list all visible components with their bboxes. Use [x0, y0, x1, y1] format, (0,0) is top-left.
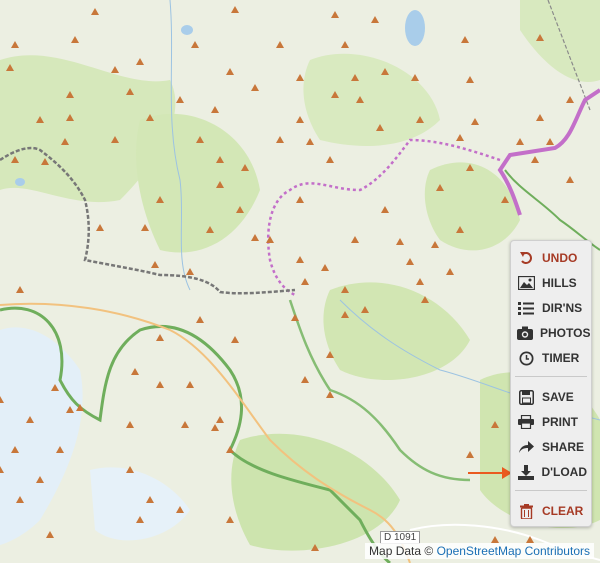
photos-button[interactable]: PHOTOS [517, 322, 591, 344]
hills-button[interactable]: HILLS [517, 272, 587, 294]
printer-icon [517, 413, 535, 431]
save-button[interactable]: SAVE [517, 386, 587, 408]
lake [15, 178, 25, 186]
floppy-disk-icon [517, 388, 535, 406]
lake [181, 25, 193, 35]
toolbar-divider [515, 376, 587, 377]
clear-label: CLEAR [542, 504, 584, 518]
share-arrow-icon [517, 438, 535, 456]
map-toolbar: UNDO HILLS DIR'NS PHOTOS TIMER SAVE PRIN… [510, 240, 592, 527]
clock-icon [517, 349, 535, 367]
directions-button[interactable]: DIR'NS [517, 297, 587, 319]
share-button[interactable]: SHARE [517, 436, 587, 458]
download-label: D'LOAD [541, 465, 587, 479]
image-icon [517, 274, 535, 292]
clear-button[interactable]: CLEAR [517, 500, 587, 522]
osm-link[interactable]: OpenStreetMap Contributors [437, 544, 590, 558]
print-label: PRINT [542, 415, 578, 429]
attribution-prefix: Map Data © [369, 544, 434, 558]
list-icon [517, 299, 535, 317]
hills-label: HILLS [542, 276, 577, 290]
print-button[interactable]: PRINT [517, 411, 587, 433]
download-button[interactable]: D'LOAD [517, 461, 587, 483]
lake [405, 10, 425, 46]
timer-label: TIMER [542, 351, 580, 365]
timer-button[interactable]: TIMER [517, 347, 587, 369]
toolbar-divider [515, 490, 587, 491]
undo-icon [517, 249, 535, 267]
share-label: SHARE [542, 440, 585, 454]
save-label: SAVE [542, 390, 574, 404]
download-icon [517, 463, 534, 481]
trash-icon [517, 502, 535, 520]
photos-label: PHOTOS [540, 326, 591, 340]
directions-label: DIR'NS [542, 301, 583, 315]
undo-button[interactable]: UNDO [517, 247, 587, 269]
camera-icon [517, 324, 533, 342]
map-attribution: Map Data © OpenStreetMap Contributors [365, 543, 594, 559]
undo-label: UNDO [542, 251, 578, 265]
